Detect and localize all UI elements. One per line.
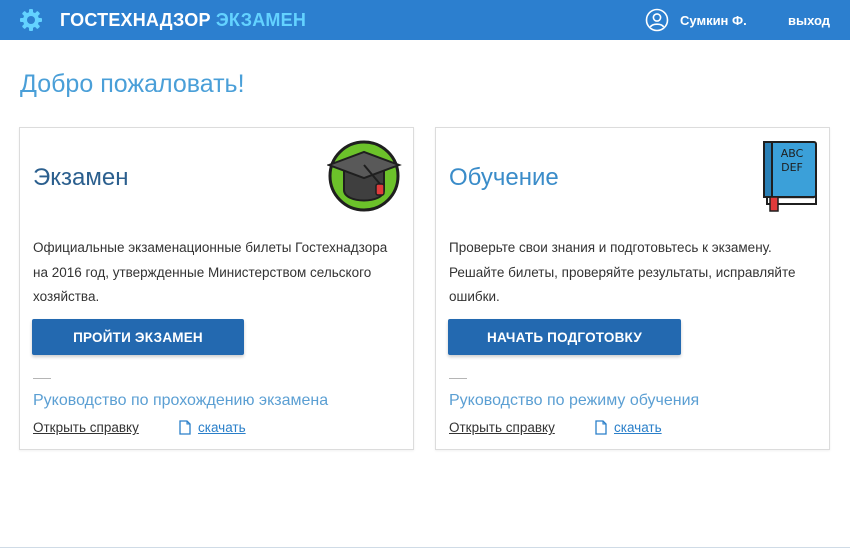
exam-guide-heading: Руководство по прохождению экзамена [33,392,329,409]
card-description: Официальные экзаменационные билеты Госте… [33,240,388,304]
book-text-line2: DEF [781,161,803,174]
download-link[interactable]: скачать [614,420,662,435]
start-exam-button[interactable]: ПРОЙТИ ЭКЗАМЕН [32,319,244,355]
card-description: Проверьте свои знания и подготовьтесь к … [449,240,796,304]
study-guide-heading: Руководство по режиму обучения [449,392,700,409]
document-icon[interactable] [179,420,191,435]
divider [33,378,51,379]
gear-icon[interactable] [19,8,43,32]
user-avatar-icon[interactable] [645,8,669,32]
book-text-line1: ABC [781,147,804,160]
page-title: Добро пожаловать! [20,70,245,98]
brand-main: ГОСТЕХНАДЗОР [60,10,211,30]
app-brand[interactable]: ГОСТЕХНАДЗОР ЭКЗАМЕН [60,10,306,31]
logout-link[interactable]: выход [788,13,830,28]
user-name[interactable]: Сумкин Ф. [680,13,747,28]
open-help-link[interactable]: Открыть справку [33,420,139,435]
abc-book-icon: ABC DEF [763,141,817,212]
card-title: Экзамен [33,164,129,191]
open-help-link[interactable]: Открыть справку [449,420,555,435]
brand-accent: ЭКЗАМЕН [215,10,307,30]
start-training-button[interactable]: НАЧАТЬ ПОДГОТОВКУ [448,319,681,355]
divider [449,378,467,379]
exam-card: Экзамен Официальные экзаменационные биле… [19,127,414,450]
graduation-cap-icon [327,140,402,212]
study-card: Обучение ABC DEF Проверьте свои знания и… [435,127,830,450]
top-bar: ГОСТЕХНАДЗОР ЭКЗАМЕН Сумкин Ф. выход [0,0,850,40]
download-link[interactable]: скачать [198,420,246,435]
card-title: Обучение [449,164,559,191]
footer-divider [0,547,850,548]
document-icon[interactable] [595,420,607,435]
